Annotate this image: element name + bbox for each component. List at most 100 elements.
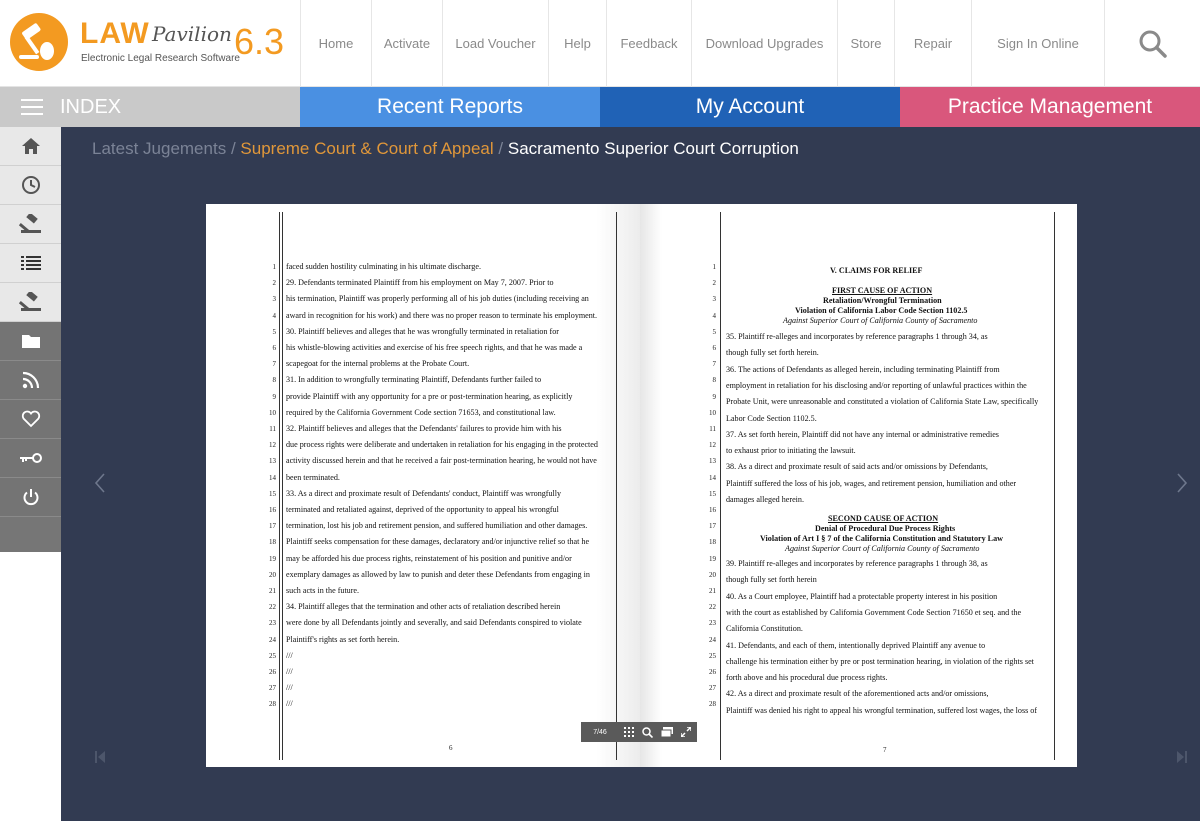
breadcrumb-separator: /: [230, 139, 236, 158]
line-number: 16: [269, 506, 276, 514]
line-number: 3: [272, 295, 277, 304]
thumbnails-button[interactable]: [619, 722, 638, 742]
line-number: 17: [709, 522, 716, 531]
sidebar-item-favourites[interactable]: [0, 400, 61, 439]
document-line: 31. In addition to wrongfully terminatin…: [286, 375, 542, 385]
line-number: 1: [272, 263, 277, 271]
search-button[interactable]: [1104, 0, 1200, 87]
line-number: 21: [269, 587, 276, 595]
sidebar-item-folder[interactable]: [0, 322, 61, 361]
document-line: required by the California Government Co…: [286, 407, 556, 417]
margin-line: [720, 212, 721, 760]
line-number: 14: [269, 473, 276, 482]
document-line: California Constitution.: [726, 624, 803, 634]
breadcrumb-supreme-court[interactable]: Supreme Court & Court of Appeal: [240, 139, 493, 158]
second-cause-sub: Denial of Procedural Due Process Rights: [815, 524, 956, 533]
line-number: 3: [712, 295, 717, 304]
sidebar-item-exit[interactable]: [0, 478, 61, 517]
document-line: though fully set forth herein: [726, 575, 817, 585]
skip-last-icon: [1177, 751, 1187, 763]
document-line: to exhaust prior to initiating the lawsu…: [726, 446, 856, 456]
single-page-button[interactable]: [657, 722, 676, 742]
nav-sign-in-online[interactable]: Sign In Online: [971, 0, 1104, 87]
document-page-right: 1 2 3 4 5 6 7 8 9 10 11 12 13 14 15 16 17 18 19 20 21 22 23 24 2…: [640, 204, 1077, 767]
document-viewer[interactable]: 1 faced sudden hostility culminating in h…: [206, 204, 1077, 767]
line-number: 18: [269, 538, 276, 547]
nav-activate[interactable]: Activate: [371, 0, 442, 87]
line-number: 6: [272, 344, 277, 352]
power-icon: [23, 489, 38, 506]
sidebar-item-feeds[interactable]: [0, 361, 61, 400]
prev-page-arrow[interactable]: [94, 470, 106, 501]
fullscreen-button[interactable]: [676, 722, 695, 742]
nav-download-upgrades[interactable]: Download Upgrades: [691, 0, 837, 87]
margin-line: [1054, 212, 1055, 760]
line-number: 9: [272, 392, 277, 401]
key-icon: [19, 453, 42, 463]
sidebar-item-activation[interactable]: [0, 439, 61, 478]
line-number: 26: [709, 668, 716, 676]
margin-line: [279, 212, 280, 760]
tab-my-account[interactable]: My Account: [600, 87, 900, 127]
line-number: 25: [709, 651, 716, 660]
index-label: INDEX: [60, 95, 122, 118]
second-cause-heading: SECOND CAUSE OF ACTION: [828, 514, 939, 523]
line-number: 7: [712, 360, 717, 369]
last-page-button[interactable]: [1177, 739, 1187, 770]
document-line: his whistle-blowing activities and exerc…: [286, 343, 583, 352]
line-number: 4: [272, 311, 277, 320]
hamburger-menu-icon: [21, 99, 43, 115]
nav-store[interactable]: Store: [837, 0, 894, 87]
folder-icon: [21, 335, 40, 348]
lawpavilion-logo[interactable]: LAW Pavilion 6.3 Electronic Legal Resear…: [10, 11, 300, 77]
first-page-button[interactable]: [95, 739, 105, 770]
nav-home[interactable]: Home: [300, 0, 371, 87]
nav-load-voucher[interactable]: Load Voucher: [442, 0, 548, 87]
line-number: 11: [709, 425, 716, 433]
sidebar-item-list[interactable]: [0, 244, 61, 283]
sidebar-item-rules[interactable]: [0, 283, 61, 322]
index-toggle[interactable]: INDEX: [0, 87, 300, 127]
line-number: 4: [712, 311, 717, 320]
document-line: 32. Plaintiff believes and alleges that …: [286, 424, 562, 433]
first-cause-sub: Against Superior Court of California Cou…: [783, 316, 978, 325]
sidebar: [0, 127, 61, 552]
nav-repair[interactable]: Repair: [894, 0, 971, 87]
sidebar-item-judgements[interactable]: [0, 205, 61, 244]
line-number: 12: [269, 441, 276, 450]
sidebar-item-history[interactable]: [0, 166, 61, 205]
document-line: 33. As a direct and proximate result of …: [286, 488, 562, 498]
list-icon: [20, 256, 41, 270]
tab-practice-management[interactable]: Practice Management: [900, 87, 1200, 127]
document-line: been terminated.: [286, 472, 340, 482]
sidebar-item-home[interactable]: [0, 127, 61, 166]
line-number: 8: [272, 376, 277, 385]
line-number: 10: [269, 408, 276, 417]
pages-icon: [660, 727, 673, 737]
line-number: 5: [712, 327, 717, 336]
home-icon: [21, 138, 40, 154]
tab-recent-reports[interactable]: Recent Reports: [300, 87, 600, 127]
tab-label: Recent Reports: [377, 95, 523, 118]
line-number: 2: [272, 279, 277, 288]
line-number: 27: [709, 684, 716, 693]
nav-label: Store: [850, 36, 882, 51]
breadcrumb-latest-judgements[interactable]: Latest Jugements: [92, 139, 226, 158]
line-number: 8: [712, 376, 717, 385]
zoom-button[interactable]: [638, 722, 657, 742]
document-line: though fully set forth herein.: [726, 348, 819, 358]
nav-feedback[interactable]: Feedback: [606, 0, 691, 87]
nav-help[interactable]: Help: [548, 0, 606, 87]
line-number: 22: [269, 603, 276, 612]
line-number: 15: [269, 489, 276, 498]
document-line: his termination, Plaintiff was properly …: [286, 294, 589, 304]
grid-icon: [623, 727, 634, 737]
margin-line: [616, 212, 617, 760]
line-number: 19: [709, 554, 716, 563]
next-page-arrow[interactable]: [1176, 470, 1188, 501]
logo-law-text: LAW: [80, 17, 150, 50]
document-line: 30. Plaintiff believes and alleges that …: [286, 326, 559, 336]
logo-pavilion-text: Pavilion: [152, 22, 232, 46]
first-cause-sub: Retaliation/Wrongful Termination: [823, 296, 942, 305]
document-line: such acts in the future.: [286, 586, 360, 595]
